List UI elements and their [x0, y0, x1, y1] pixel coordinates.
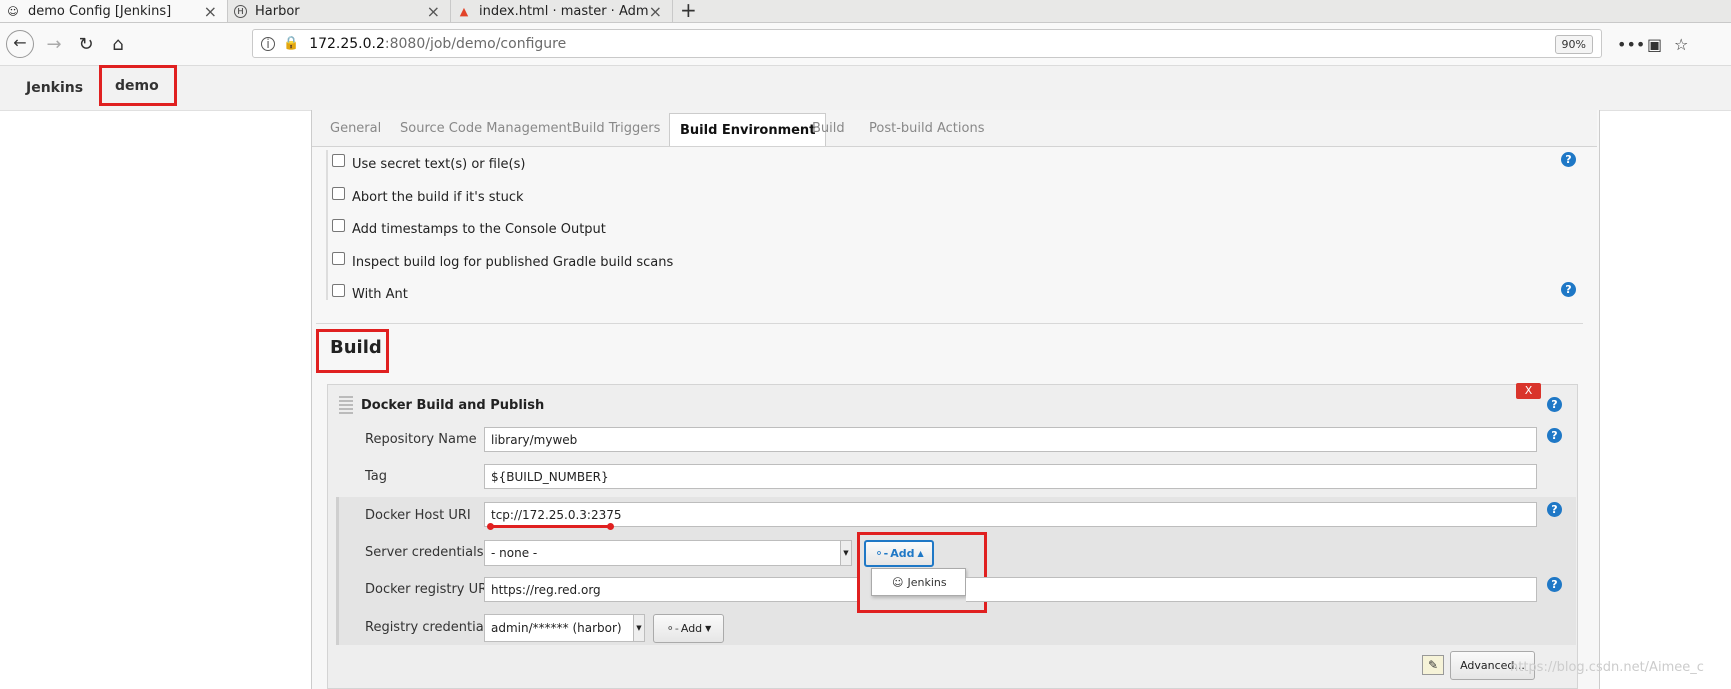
zoom-level[interactable]: 90% — [1554, 35, 1593, 54]
delete-step-button[interactable]: X — [1516, 383, 1541, 399]
add-button-label: Add — [680, 622, 703, 635]
registry-credentials-add-button[interactable]: ⚬- Add ▼ — [653, 614, 724, 643]
home-button[interactable]: ⌂ — [103, 23, 133, 65]
insecure-lock-icon[interactable]: 🔒 — [283, 36, 299, 51]
key-icon: ⚬- — [665, 622, 679, 635]
jenkins-icon: ☺ — [7, 4, 19, 18]
browser-tab-jenkins[interactable]: ☺ demo Config [Jenkins] × — [0, 0, 228, 22]
option-label: With Ant — [352, 287, 408, 302]
section-title-build: Build — [330, 337, 382, 358]
registry-credentials-select[interactable]: admin/****** (harbor) ▼ — [484, 614, 645, 642]
repository-name-input[interactable]: library/myweb — [484, 427, 1537, 452]
checkbox-with-ant[interactable] — [332, 284, 345, 297]
checkbox-gradle-scans[interactable] — [332, 252, 345, 265]
help-icon[interactable]: ? — [1547, 577, 1562, 592]
help-icon[interactable]: ? — [1561, 282, 1576, 297]
caret-down-icon: ▼ — [705, 624, 712, 633]
browser-tab-title: demo Config [Jenkins] — [28, 3, 172, 19]
checkbox-timestamps[interactable] — [332, 219, 345, 232]
breadcrumb-jenkins[interactable]: Jenkins — [26, 66, 83, 110]
gitlab-icon: ▲ — [459, 4, 469, 18]
watermark: https://blog.csdn.net/Aimee_c — [1510, 660, 1704, 675]
page-actions-icon[interactable]: ••• — [1617, 23, 1645, 65]
tab-build[interactable]: Build — [812, 110, 845, 146]
browser-tab-title: Harbor — [255, 3, 300, 19]
field-label: Server credentials — [365, 545, 484, 560]
dropdown-arrow-icon: ▼ — [633, 615, 644, 641]
url-path: :8080/job/demo/configure — [384, 35, 567, 52]
notepad-icon[interactable]: ✎ — [1422, 655, 1444, 675]
option-label: Add timestamps to the Console Output — [352, 222, 606, 237]
jenkins-icon: ☺ — [892, 575, 904, 589]
browser-tab-bar: ☺ demo Config [Jenkins] × H Harbor × ▲ i… — [0, 0, 1731, 23]
breadcrumb-demo[interactable]: demo — [115, 64, 159, 108]
browser-tab-gitlab[interactable]: ▲ index.html · master · Adm × — [451, 0, 673, 22]
tab-build-environment[interactable]: Build Environment — [669, 113, 827, 146]
harbor-icon: H — [234, 4, 247, 18]
tab-source-code-management[interactable]: Source Code Management — [400, 110, 572, 146]
docker-host-uri-input[interactable]: tcp://172.25.0.3:2375 — [484, 502, 1537, 527]
option-label: Abort the build if it's stuck — [352, 190, 524, 205]
browser-toolbar: ← → ↻ ⌂ i 🔒 172.25.0.2:8080/job/demo/con… — [0, 23, 1731, 66]
docker-registry-url-input[interactable]: https://reg.red.org — [484, 577, 857, 602]
forward-arrow-icon: → — [46, 33, 62, 55]
url-host: 172.25.0.2 — [309, 35, 385, 52]
server-credentials-select[interactable]: - none - ▼ — [484, 540, 852, 566]
field-label: Repository Name — [365, 432, 477, 447]
field-label: Docker Host URI — [365, 508, 471, 523]
help-icon[interactable]: ? — [1561, 152, 1576, 167]
selected-value: - none - — [491, 546, 538, 560]
step-title: Docker Build and Publish — [361, 398, 545, 413]
info-icon[interactable]: i — [261, 36, 275, 51]
section-indent-bar — [326, 150, 328, 300]
browser-tab-harbor[interactable]: H Harbor × — [228, 0, 451, 22]
help-icon[interactable]: ? — [1547, 397, 1562, 412]
add-credentials-menu: ☺ Jenkins — [871, 568, 966, 596]
checkbox-abort-stuck[interactable] — [332, 187, 345, 200]
close-tab-icon[interactable]: × — [427, 2, 440, 21]
help-icon[interactable]: ? — [1547, 502, 1562, 517]
back-arrow-icon: ← — [6, 30, 34, 58]
back-button[interactable]: ← — [5, 23, 35, 65]
config-tabs: General Source Code Management Build Tri… — [312, 110, 1597, 147]
option-label: Use secret text(s) or file(s) — [352, 157, 526, 172]
tab-post-build-actions[interactable]: Post-build Actions — [869, 110, 984, 146]
url-bar[interactable]: i 🔒 172.25.0.2:8080/job/demo/configure 9… — [252, 29, 1602, 58]
reload-icon: ↻ — [78, 33, 94, 55]
drag-handle-icon[interactable] — [339, 396, 353, 414]
annotation-dot — [607, 523, 614, 530]
pocket-icon[interactable]: ▣ — [1647, 23, 1662, 65]
annotation-underline — [489, 525, 611, 528]
dropdown-arrow-icon: ▼ — [840, 541, 851, 565]
tag-input[interactable]: ${BUILD_NUMBER} — [484, 464, 1537, 489]
bookmark-star-icon[interactable]: ☆ — [1674, 23, 1688, 65]
option-label: Inspect build log for published Gradle b… — [352, 255, 674, 270]
forward-button[interactable]: → — [39, 23, 69, 65]
browser-tab-title: index.html · master · Adm — [479, 3, 649, 19]
tab-build-triggers[interactable]: Build Triggers — [572, 110, 660, 146]
selected-value: admin/****** (harbor) — [491, 621, 622, 635]
menu-item-jenkins[interactable]: Jenkins — [907, 576, 946, 589]
docker-registry-url-input-tail[interactable] — [966, 577, 1537, 602]
jenkins-breadcrumb-bar: Jenkins demo — [0, 64, 1731, 111]
section-divider — [316, 323, 1583, 324]
help-icon[interactable]: ? — [1547, 428, 1562, 443]
reload-button[interactable]: ↻ — [71, 23, 101, 65]
field-label: Docker registry URL — [365, 582, 495, 597]
checkbox-use-secret[interactable] — [332, 154, 345, 167]
annotation-dot — [487, 523, 494, 530]
field-label: Registry credentials — [365, 620, 495, 635]
tab-general[interactable]: General — [330, 110, 381, 146]
new-tab-icon[interactable]: + — [680, 0, 697, 22]
close-tab-icon[interactable]: × — [649, 2, 662, 21]
field-label: Tag — [365, 469, 388, 484]
home-icon: ⌂ — [112, 33, 124, 55]
close-tab-icon[interactable]: × — [204, 2, 217, 21]
